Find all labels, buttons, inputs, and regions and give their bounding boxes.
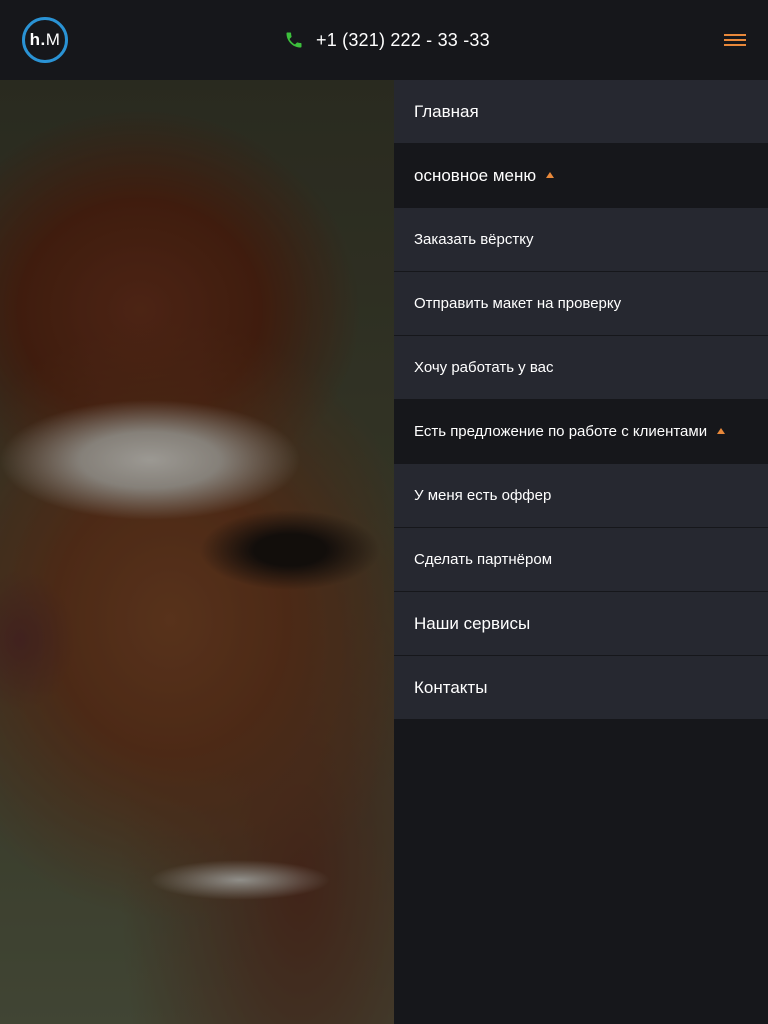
menu-item-label: Заказать вёрстку: [414, 231, 534, 248]
menu-item-become-partner[interactable]: Сделать партнёром: [394, 528, 768, 592]
menu-item-home[interactable]: Главная: [394, 80, 768, 144]
menu-item-label: Хочу работать у вас: [414, 359, 554, 376]
menu-item-main-menu[interactable]: основное меню: [394, 144, 768, 208]
phone-icon: [286, 32, 302, 48]
logo-text: M: [45, 30, 61, 49]
menu-item-label: Наши сервисы: [414, 613, 531, 633]
hamburger-line: [724, 39, 746, 41]
menu-item-label: Главная: [414, 101, 479, 121]
logo-bold-text: h.: [29, 30, 46, 49]
menu-item-label: У меня есть оффер: [414, 487, 552, 504]
phone-number[interactable]: +1 (321) 222 - 33 -33: [316, 30, 490, 51]
hamburger-icon[interactable]: [722, 30, 748, 50]
menu-item-have-offer[interactable]: У меня есть оффер: [394, 464, 768, 528]
menu-item-client-offer[interactable]: Есть предложение по работе с клиентами: [394, 400, 768, 464]
menu-item-contacts[interactable]: Контакты: [394, 656, 768, 720]
menu-item-services[interactable]: Наши сервисы: [394, 592, 768, 656]
hamburger-line: [724, 34, 746, 36]
top-header: h. M +1 (321) 222 - 33 -33: [0, 0, 768, 80]
logo[interactable]: h. M: [22, 17, 68, 63]
menu-item-send-mockup[interactable]: Отправить макет на проверку: [394, 272, 768, 336]
menu-item-order-layout[interactable]: Заказать вёрстку: [394, 208, 768, 272]
caret-up-icon: [546, 171, 555, 178]
phone-contact[interactable]: +1 (321) 222 - 33 -33: [284, 28, 490, 52]
menu-item-label: Отправить макет на проверку: [414, 295, 622, 312]
menu-item-label: основное меню: [414, 165, 537, 185]
menu-item-careers[interactable]: Хочу работать у вас: [394, 336, 768, 400]
caret-up-icon: [717, 427, 726, 434]
side-menu: Главная основное меню Заказать вёрстку О…: [394, 80, 768, 1024]
menu-item-label: Есть предложение по работе с клиентами: [414, 423, 708, 440]
alpaca-photo: [0, 80, 394, 1024]
menu-item-label: Сделать партнёром: [414, 551, 553, 568]
menu-item-label: Контакты: [414, 677, 488, 697]
hamburger-line: [724, 44, 746, 46]
